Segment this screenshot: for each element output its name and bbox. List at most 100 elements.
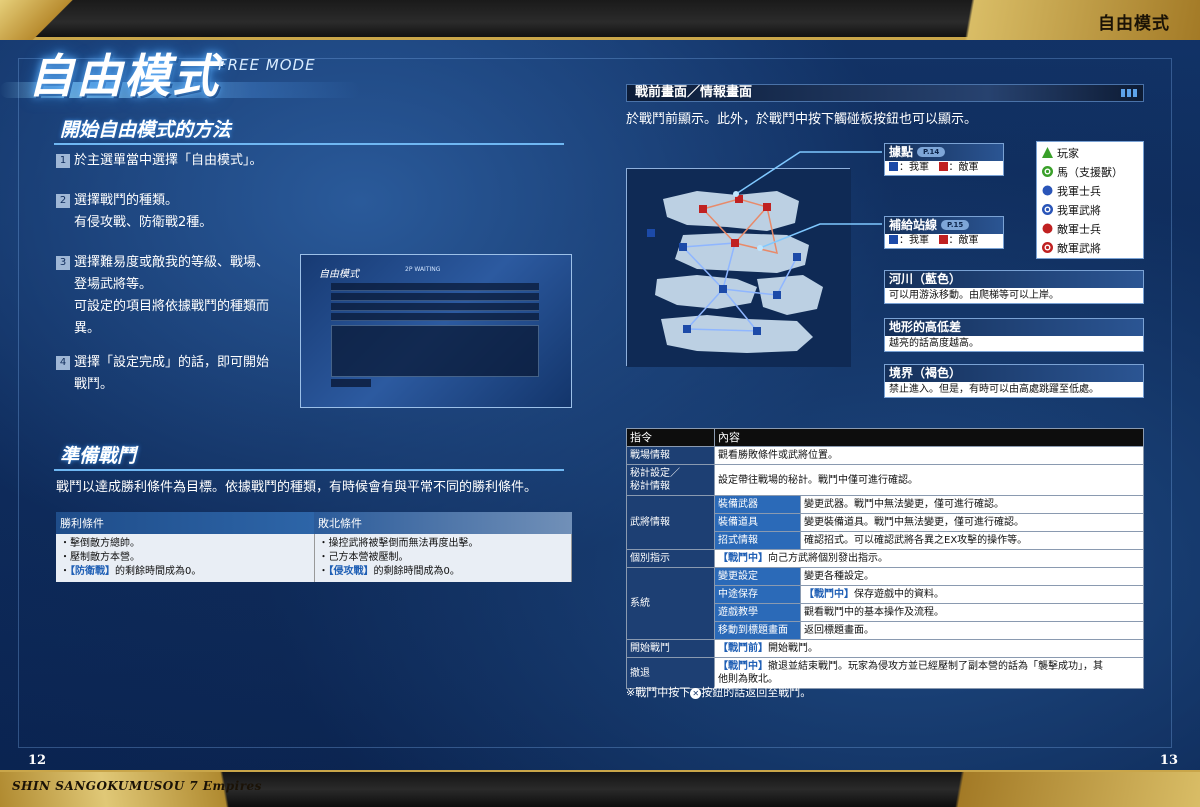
step-text: 選擇「設定完成」的話，即可開始 <box>74 355 270 370</box>
command-key: 系統 <box>626 567 715 640</box>
legend-item: 我軍士兵 <box>1041 183 1139 202</box>
legend-item: 敵軍士兵 <box>1041 221 1139 240</box>
step-text: 選擇難易度或敵我的等級、戰場、 <box>74 255 270 270</box>
command-key: 武將情報 <box>626 495 715 550</box>
subcommand-key: 中途保存 <box>714 585 801 604</box>
info-text: 禁止進入。但是，有時可以由高處跳躍至低處。 <box>889 384 1099 395</box>
legend-label: 敵軍士兵 <box>1057 223 1101 236</box>
legend-label: 馬（支援獸） <box>1057 166 1123 179</box>
command-key: 秘計設定／ 秘計情報 <box>626 464 715 496</box>
subcommand-key: 招式情報 <box>714 531 801 550</box>
info-title: 河川（藍色） <box>885 271 1143 288</box>
panel-title: 戰前畫面／情報畫面 <box>635 85 753 100</box>
command-value-text: 撤退並結束戰鬥。玩家為侵攻方並已經壓制了副本營的話為「襲擊成功」，其 <box>768 661 1103 672</box>
map-legend: 玩家 馬（支援獸） 我軍士兵 我軍武將 敵軍士兵 敵軍武將 <box>1036 141 1144 259</box>
player-triangle-icon <box>1042 147 1053 158</box>
callout-header: 補給站線 P.15 <box>885 217 1003 234</box>
command-value: 變更武器。戰鬥中無法變更，僅可進行確認。 <box>800 495 1144 514</box>
info-title: 地形的高低差 <box>885 319 1143 336</box>
command-value: 【戰鬥前】開始戰鬥。 <box>714 639 1144 658</box>
ally-square-icon <box>889 235 898 244</box>
command-value: 設定帶往戰場的秘計。戰鬥中僅可進行確認。 <box>714 464 1144 496</box>
subcommand-key: 變更設定 <box>714 567 801 586</box>
command-header: 指令 <box>626 428 715 447</box>
command-key-line: 秘計設定／ <box>630 468 680 479</box>
table-row: 武將情報 裝備武器 變更武器。戰鬥中無法變更，僅可進行確認。 <box>626 495 1144 550</box>
step-text: 異。 <box>74 321 101 336</box>
command-value-text: 保存遊戲中的資料。 <box>854 589 944 600</box>
legend-label: 我軍武將 <box>1057 204 1101 217</box>
callout-base: 據點 P.14 ：我軍 ：敵軍 <box>884 143 1004 176</box>
step-text: 有侵攻戰、防衛戰2種。 <box>74 215 213 230</box>
table-row: 個別指示 【戰鬥中】向己方武將個別發出指示。 <box>626 549 1144 568</box>
step-text: 戰鬥。 <box>74 377 114 392</box>
callout-title: 據點 <box>889 145 914 159</box>
ally-officer-icon <box>1042 204 1053 215</box>
info-title: 境界（褐色） <box>885 365 1143 382</box>
enemy-label: ：敵軍 <box>948 235 979 246</box>
victory-line: ・ <box>60 566 70 577</box>
defeat-line: ・操控武將被擊倒而無法再度出擊。 <box>318 538 479 549</box>
header-section-title: 自由模式 <box>1098 14 1170 34</box>
table-row: 系統 變更設定 變更各種設定。 <box>626 567 1144 640</box>
screenshot-row <box>331 293 539 301</box>
enemy-square-icon <box>938 162 948 171</box>
command-value: 【戰鬥中】保存遊戲中的資料。 <box>800 585 1144 604</box>
defeat-cell: ・操控武將被擊倒而無法再度出擊。 ・己方本營被壓制。 ・【侵攻戰】的剩餘時間成為… <box>314 534 572 582</box>
subcommand-key: 裝備武器 <box>714 495 801 514</box>
top-gold-corner-left <box>0 0 80 40</box>
callout-line: ：我軍 ：敵軍 <box>885 234 1003 248</box>
defeat-line: ・己方本營被壓制。 <box>318 552 409 563</box>
callout-supply-line: 補給站線 P.15 ：我軍 ：敵軍 <box>884 216 1004 249</box>
page-ref-tag: P.15 <box>941 220 970 230</box>
info-text: 可以用游泳移動。由爬梯等可以上岸。 <box>889 290 1059 301</box>
section-heading-prepare-battle: 準備戰鬥 <box>54 440 564 471</box>
command-key-line: 秘計情報 <box>630 481 670 492</box>
enemy-square-icon <box>938 235 948 244</box>
step-number: 2 <box>56 194 70 208</box>
step-number: 1 <box>56 154 70 168</box>
legend-item: 馬（支援獸） <box>1041 164 1139 183</box>
screenshot-subtitle: 2P WAITING <box>405 266 441 273</box>
callout-header: 據點 P.14 <box>885 144 1003 161</box>
command-value: 變更各種設定。 <box>800 567 1144 586</box>
screenshot-row <box>331 303 539 311</box>
victory-header: 勝利條件 <box>56 512 314 534</box>
callout-leader-lines <box>733 151 882 251</box>
callout-line: ：我軍 ：敵軍 <box>885 161 1003 175</box>
page-ref-tag: P.14 <box>917 147 946 157</box>
step-text: 於主選單當中選擇「自由模式」。 <box>74 153 263 168</box>
free-mode-screenshot: 自由模式 2P WAITING <box>300 254 572 408</box>
command-value: 變更裝備道具。戰鬥中無法變更，僅可進行確認。 <box>800 513 1144 532</box>
info-river: 河川（藍色） 可以用游泳移動。由爬梯等可以上岸。 <box>884 270 1144 304</box>
footnote-text: ※戰鬥中按下 <box>626 686 691 699</box>
victory-line: 的剩餘時間成為0。 <box>115 566 202 577</box>
screenshot-row <box>331 283 539 291</box>
page-number-right: 13 <box>1159 753 1178 768</box>
section-heading-how-to-start: 開始自由模式的方法 <box>54 114 564 145</box>
ally-square-icon <box>889 162 898 171</box>
defeat-highlight: 【侵攻戰】 <box>328 566 374 577</box>
enemy-officer-icon <box>1042 242 1053 253</box>
command-key: 個別指示 <box>626 549 715 568</box>
info-elevation: 地形的高低差 越亮的話高度越高。 <box>884 318 1144 352</box>
screenshot-row <box>331 313 539 321</box>
victory-line: ・壓制敵方本營。 <box>60 552 140 563</box>
info-text: 越亮的話高度越高。 <box>889 338 979 349</box>
step-text: 可設定的項目將依據戰鬥的種類而 <box>74 299 270 314</box>
command-value: 返回標題畫面。 <box>800 621 1144 640</box>
step-2: 2 選擇戰鬥的種類。 有侵攻戰、防衛戰2種。 <box>56 190 212 234</box>
legend-item: 我軍武將 <box>1041 202 1139 221</box>
victory-conditions-table: 勝利條件 敗北條件 ・擊倒敵方總帥。 ・壓制敵方本營。 ・【防衛戰】的剩餘時間成… <box>56 512 572 582</box>
command-value-text: 開始戰鬥。 <box>768 643 818 654</box>
footnote: ※戰鬥中按下 ✕ 按鈕的話返回至戰鬥。 <box>626 684 811 700</box>
callout-title: 補給站線 <box>889 218 938 232</box>
table-row: 開始戰鬥 【戰鬥前】開始戰鬥。 <box>626 639 1144 658</box>
timing-highlight: 【戰鬥前】 <box>718 643 768 654</box>
step-text: 登場武將等。 <box>74 277 153 292</box>
legend-label: 我軍士兵 <box>1057 185 1101 198</box>
step-number: 4 <box>56 356 70 370</box>
panel-description: 於戰鬥前顯示。此外，於戰鬥中按下觸碰板按鈕也可以顯示。 <box>626 112 978 127</box>
section2-description: 戰鬥以達成勝利條件為目標。依據戰鬥的種類，有時候會有與平常不同的勝利條件。 <box>56 480 538 495</box>
command-key: 開始戰鬥 <box>626 639 715 658</box>
